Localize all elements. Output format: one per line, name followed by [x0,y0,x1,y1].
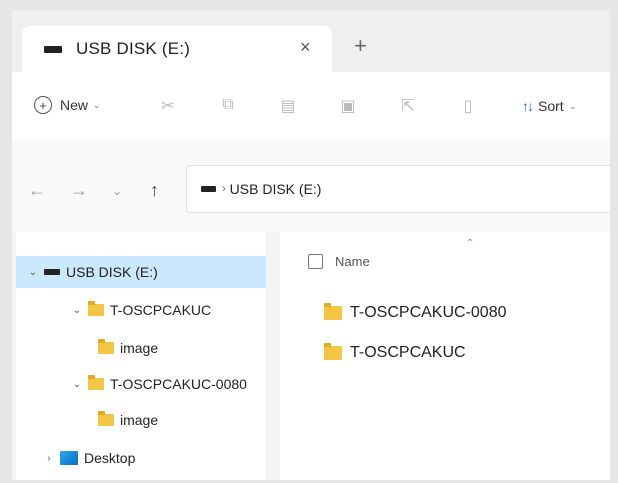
forward-arrow-icon[interactable]: → [70,180,88,201]
drive-icon [201,186,216,192]
sidebar-item-image[interactable]: image [94,332,158,364]
up-arrow-icon[interactable]: ↑ [150,180,159,201]
copy-icon[interactable]: ⧉ [220,96,236,114]
drive-icon [44,45,62,53]
sort-icon: ↑↓ [522,98,534,114]
paste-icon[interactable]: ▤ [280,96,296,115]
rename-icon[interactable]: ▣ [340,96,356,115]
chevron-right-icon[interactable]: › [42,453,56,464]
cut-icon[interactable]: ✂ [160,96,176,115]
chevron-down-icon: ⌄ [568,100,577,111]
file-explorer-window: USB DISK (E:) × + + New ⌄ ✂ ⧉ ▤ ▣ ⇱ ▯ ↑↓… [12,10,610,480]
list-item[interactable]: T-OSCPCAKUC [324,343,466,362]
chevron-down-icon[interactable]: ⌄ [26,267,40,278]
chevron-down-icon: ⌄ [93,99,101,110]
share-icon[interactable]: ⇱ [400,96,416,115]
command-bar: + New ⌄ ✂ ⧉ ▤ ▣ ⇱ ▯ ↑↓ Sort ⌄ [12,72,610,140]
sidebar-item-t-oscpcakuc[interactable]: ⌄ T-OSCPCAKUC [70,294,211,326]
close-icon[interactable]: × [300,37,311,58]
tab-strip: USB DISK (E:) × + [12,10,610,72]
drive-icon [44,269,60,275]
navigation-pane: ⌄ USB DISK (E:) ⌄ T-OSCPCAKUC image ⌄ T-… [16,232,266,480]
select-all-checkbox[interactable] [308,254,323,269]
sidebar-item-image[interactable]: image [94,404,158,436]
new-button[interactable]: + New ⌄ [34,96,101,114]
folder-icon [324,303,342,320]
folder-icon [88,375,104,390]
address-row: ← → ⌄ ↑ › USB DISK (E:) [12,140,610,232]
file-name: T-OSCPCAKUC [350,344,466,361]
file-name: T-OSCPCAKUC-0080 [350,304,507,321]
sidebar-item-desktop[interactable]: › Desktop [42,442,135,474]
recent-locations-chevron-icon[interactable]: ⌄ [112,184,122,198]
folder-icon [98,411,114,426]
delete-icon[interactable]: ▯ [460,96,476,115]
sidebar-item-usb-disk[interactable]: ⌄ USB DISK (E:) [16,256,266,288]
sort-button[interactable]: ↑↓ Sort ⌄ [522,98,576,114]
sidebar-item-t-oscpcakuc-0080[interactable]: ⌄ T-OSCPCAKUC-0080 [70,368,247,400]
sort-indicator-icon: ⌃ [466,238,475,249]
folder-icon [324,343,342,360]
address-bar[interactable]: › USB DISK (E:) [186,165,610,213]
folder-icon [88,301,104,316]
chevron-down-icon[interactable]: ⌄ [70,379,84,390]
tab-title: USB DISK (E:) [76,39,191,58]
sidebar-item-label: USB DISK (E:) [66,264,158,280]
sidebar-item-label: image [120,340,159,356]
pane-splitter[interactable] [266,232,280,480]
column-header-name[interactable]: Name [308,254,370,269]
desktop-icon [60,451,78,465]
sidebar-item-label: image [120,412,159,428]
back-arrow-icon[interactable]: ← [28,180,46,201]
chevron-down-icon[interactable]: ⌄ [70,305,84,316]
sidebar-item-label: Desktop [84,450,136,466]
plus-icon: + [34,96,52,114]
sort-button-label: Sort [538,98,564,114]
folder-icon [98,339,114,354]
breadcrumb-separator: › [222,183,226,195]
sidebar-item-label: T-OSCPCAKUC [110,302,212,318]
list-item[interactable]: T-OSCPCAKUC-0080 [324,303,507,322]
column-header-label: Name [335,254,370,269]
tab-usb-disk[interactable]: USB DISK (E:) × [22,26,332,72]
sidebar-item-label: T-OSCPCAKUC-0080 [110,376,247,392]
file-list: ⌃ Name T-OSCPCAKUC-0080 T-OSCPCAKUC [280,232,610,480]
breadcrumb-usb-disk[interactable]: USB DISK (E:) [230,181,322,197]
new-tab-button[interactable]: + [354,35,367,57]
new-button-label: New [60,97,89,113]
